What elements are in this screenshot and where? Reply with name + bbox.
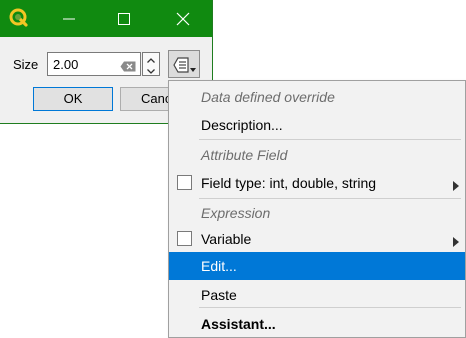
- maximize-icon: [118, 13, 130, 25]
- screen: Size 2.00 OK Cancel Data defined overrid…: [0, 0, 466, 338]
- submenu-arrow-icon: [453, 178, 459, 191]
- clear-input-icon[interactable]: [120, 59, 136, 72]
- data-defined-override-icon: [173, 57, 196, 73]
- menu-header-label: Expression: [201, 205, 271, 221]
- size-value[interactable]: 2.00: [53, 57, 78, 72]
- menu-separator: [199, 307, 461, 308]
- maximize-button[interactable]: [101, 0, 147, 37]
- spin-buttons: [142, 52, 160, 76]
- close-button[interactable]: [160, 0, 206, 37]
- menu-header-attribute-field: Attribute Field: [169, 141, 465, 169]
- menu-separator: [199, 139, 461, 140]
- menu-item-label: Assistant...: [201, 316, 276, 332]
- menu-header-expression: Expression: [169, 199, 465, 227]
- menu-item-label: Edit...: [201, 258, 237, 274]
- menu-item-edit[interactable]: Edit...: [169, 252, 465, 280]
- menu-item-paste[interactable]: Paste: [169, 281, 465, 309]
- minimize-button[interactable]: [46, 0, 92, 37]
- submenu-arrow-icon: [453, 234, 459, 247]
- menu-header-label: Data defined override: [201, 89, 335, 105]
- size-label: Size: [13, 57, 39, 72]
- minimize-icon: [63, 18, 75, 20]
- menu-item-label: Description...: [201, 117, 283, 133]
- spin-down-button[interactable]: [143, 64, 159, 75]
- data-defined-override-button[interactable]: [168, 50, 200, 78]
- spin-up-button[interactable]: [143, 53, 159, 64]
- qgis-logo-icon: [9, 8, 29, 28]
- close-icon: [176, 12, 190, 26]
- menu-item-label: Variable: [201, 231, 252, 247]
- ok-button[interactable]: OK: [33, 87, 113, 111]
- title-bar[interactable]: [0, 0, 212, 37]
- variable-checkbox[interactable]: [177, 231, 192, 246]
- size-spinbox[interactable]: 2.00: [47, 52, 141, 76]
- menu-item-field-type[interactable]: Field type: int, double, string: [169, 169, 465, 197]
- menu-item-description[interactable]: Description...: [169, 111, 465, 139]
- menu-header-label: Attribute Field: [201, 147, 288, 163]
- chevron-down-icon: [147, 69, 155, 74]
- menu-item-assistant[interactable]: Assistant...: [169, 310, 465, 338]
- menu-item-label: Paste: [201, 287, 237, 303]
- menu-item-variable[interactable]: Variable: [169, 225, 465, 253]
- data-defined-override-menu: Data defined override Description... Att…: [168, 80, 466, 338]
- menu-item-label: Field type: int, double, string: [201, 175, 377, 191]
- field-type-checkbox[interactable]: [177, 175, 192, 190]
- menu-header-data-defined-override: Data defined override: [169, 83, 465, 111]
